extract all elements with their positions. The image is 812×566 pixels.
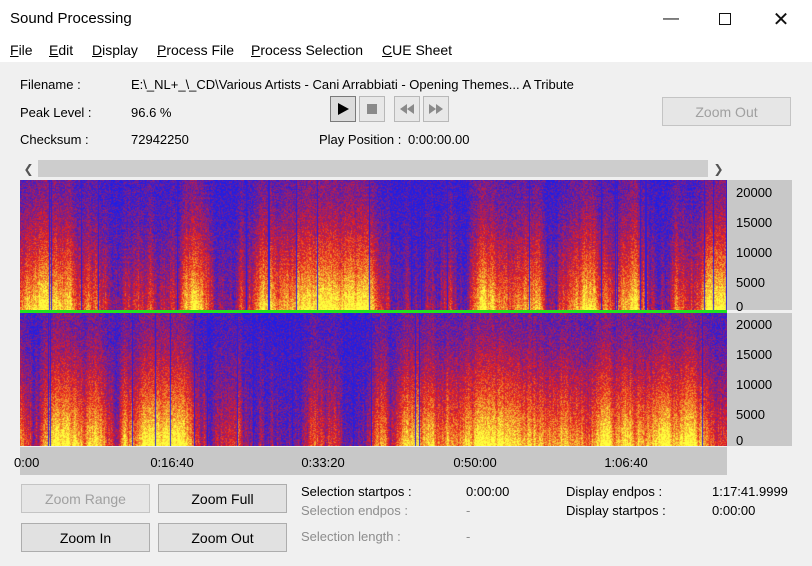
- minimize-button[interactable]: —: [648, 0, 694, 38]
- title-bar: Sound Processing — ✕: [0, 0, 812, 38]
- fast-forward-icon: [429, 104, 443, 114]
- menu-process-selection[interactable]: Process Selection: [251, 42, 363, 58]
- rewind-icon: [400, 104, 414, 114]
- freq-tick: 15000: [736, 215, 773, 230]
- scroll-left-icon[interactable]: ❮: [20, 159, 37, 178]
- time-tick: 0:33:20: [301, 455, 345, 470]
- filename-value: E:\_NL+_\_CD\Various Artists - Cani Arra…: [131, 77, 574, 92]
- horizontal-scrollbar[interactable]: ❮ ❯: [20, 159, 727, 178]
- zoom-in-button[interactable]: Zoom In: [21, 523, 150, 552]
- freq-tick: 20000: [736, 317, 773, 332]
- freq-tick: 20000: [736, 185, 773, 200]
- checksum-value: 72942250: [131, 132, 189, 147]
- freq-tick: 10000: [736, 377, 773, 392]
- stop-button[interactable]: [359, 96, 385, 122]
- peak-level-value: 96.6 %: [131, 105, 172, 120]
- peak-level-label: Peak Level :: [20, 105, 92, 120]
- display-startpos-value: 0:00:00: [712, 503, 756, 518]
- selection-startpos-label: Selection startpos :: [301, 484, 412, 499]
- fast-forward-button[interactable]: [423, 96, 449, 122]
- selection-endpos-label: Selection endpos :: [301, 503, 408, 518]
- menu-process-file[interactable]: Process File: [157, 42, 234, 58]
- menu-file[interactable]: File: [10, 42, 33, 58]
- close-button[interactable]: ✕: [758, 0, 804, 38]
- zoom-out-top-button[interactable]: Zoom Out: [662, 97, 791, 126]
- play-button[interactable]: [330, 96, 356, 122]
- menu-edit[interactable]: Edit: [49, 42, 73, 58]
- play-icon: [338, 103, 349, 115]
- selection-length-value: -: [466, 529, 471, 544]
- zoom-range-button[interactable]: Zoom Range: [21, 484, 150, 513]
- scroll-thumb[interactable]: [38, 160, 708, 177]
- play-position-value: 0:00:00.00: [408, 132, 470, 147]
- rewind-button[interactable]: [394, 96, 420, 122]
- time-axis: 0:00 0:16:40 0:33:20 0:50:00 1:06:40: [14, 447, 727, 475]
- time-tick: 0:16:40: [150, 455, 194, 470]
- stop-icon: [367, 104, 377, 114]
- time-tick: 0:50:00: [453, 455, 497, 470]
- freq-tick: 5000: [736, 407, 765, 422]
- display-endpos-value: 1:17:41.9999: [712, 484, 788, 499]
- freq-tick: 0: [736, 299, 744, 314]
- play-position-label: Play Position :: [319, 132, 402, 147]
- time-tick: 0:00: [14, 455, 40, 470]
- menu-cue-sheet[interactable]: CUE Sheet: [382, 42, 452, 58]
- zoom-out-button[interactable]: Zoom Out: [158, 523, 287, 552]
- maximize-button[interactable]: [702, 0, 748, 38]
- scroll-right-icon[interactable]: ❯: [710, 159, 727, 178]
- minimize-icon: —: [663, 10, 679, 27]
- spectrogram-channel-left[interactable]: [20, 180, 727, 310]
- display-endpos-label: Display endpos :: [566, 484, 663, 499]
- window-title: Sound Processing: [10, 10, 132, 27]
- freq-tick: 10000: [736, 245, 773, 260]
- filename-label: Filename :: [20, 77, 81, 92]
- checksum-label: Checksum :: [20, 132, 89, 147]
- spectrogram-channel-right[interactable]: [20, 313, 727, 446]
- selection-endpos-value: -: [466, 503, 471, 518]
- time-tick: 1:06:40: [604, 455, 648, 470]
- freq-tick: 5000: [736, 275, 765, 290]
- freq-tick: 15000: [736, 347, 773, 362]
- selection-length-label: Selection length :: [301, 529, 401, 544]
- selection-startpos-value: 0:00:00: [466, 484, 510, 499]
- menu-display[interactable]: Display: [92, 42, 138, 58]
- maximize-icon: [719, 13, 731, 25]
- zoom-full-button[interactable]: Zoom Full: [158, 484, 287, 513]
- close-icon: ✕: [772, 8, 790, 31]
- menu-bar: File Edit Display Process File Process S…: [0, 38, 812, 62]
- display-startpos-label: Display startpos :: [566, 503, 666, 518]
- freq-tick: 0: [736, 433, 744, 448]
